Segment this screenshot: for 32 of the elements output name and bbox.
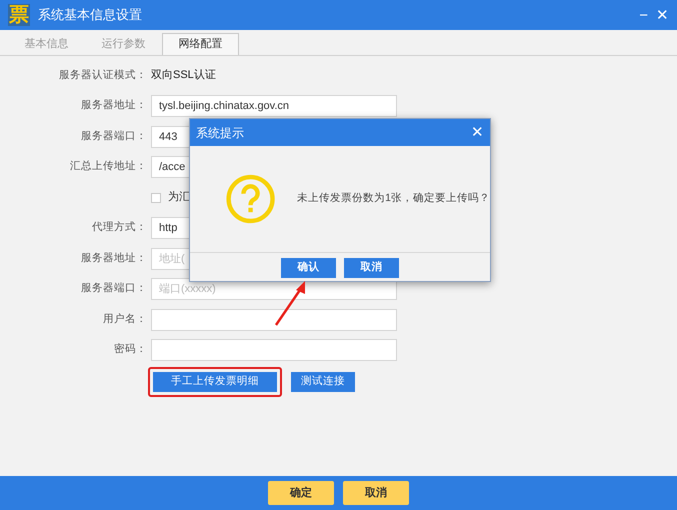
arrow xyxy=(274,281,305,326)
field-label: 服务器认证模式： xyxy=(58,68,147,83)
input-field[interactable]: tysl.beijing.chinatax.gov.cn xyxy=(151,95,397,117)
action-button[interactable]: 测试连接 xyxy=(291,372,355,392)
field-label: 密码： xyxy=(113,342,147,358)
input-field[interactable] xyxy=(151,339,397,361)
field-label: 汇总上传地址： xyxy=(69,159,147,174)
mode-value: 双向SSL认证 xyxy=(151,68,216,84)
tab[interactable]: 运行参数 xyxy=(85,33,162,55)
checkbox[interactable] xyxy=(151,192,161,202)
field-label: 服务器地址： xyxy=(80,98,147,114)
confirm-button[interactable]: 确认 xyxy=(281,258,336,278)
field-label: 服务器端口： xyxy=(80,281,147,296)
ok-button[interactable]: 确定 xyxy=(268,481,334,505)
minimize-button[interactable]: − xyxy=(639,8,648,22)
field-label: 代理方式： xyxy=(91,220,147,236)
cancel-button[interactable]: 取消 xyxy=(344,258,399,278)
field-label: 用户名： xyxy=(102,312,147,327)
window-title: 系统基本信息设置 xyxy=(38,6,142,24)
logo: 票 xyxy=(8,4,30,26)
field-label: 服务器端口： xyxy=(80,128,147,144)
tab[interactable]: 网络配置 xyxy=(162,33,239,55)
input-field[interactable] xyxy=(151,308,397,330)
dialog-message: 未上传发票份数为1张，确定要上传吗？ xyxy=(297,191,490,206)
tab[interactable]: 基本信息 xyxy=(8,33,85,55)
checkbox-label: 为汇 xyxy=(168,190,190,206)
close-button[interactable]: ✕ xyxy=(656,8,669,22)
close-button[interactable]: ✕ xyxy=(471,125,484,140)
action-button[interactable]: 手工上传发票明细 xyxy=(153,372,277,392)
dialog-title: 系统提示 xyxy=(196,124,244,142)
cancel-button[interactable]: 取消 xyxy=(343,481,409,505)
field-label: 服务器地址： xyxy=(80,250,147,266)
